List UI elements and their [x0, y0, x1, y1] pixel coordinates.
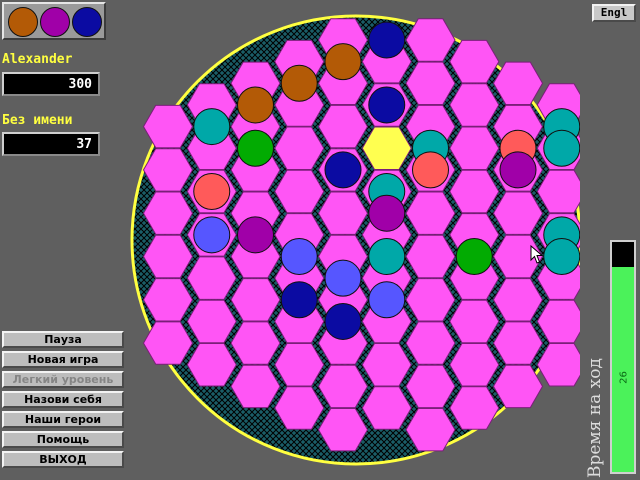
exit-button[interactable]: ВЫХОД: [2, 451, 124, 468]
next-stone-purple: [40, 7, 70, 37]
new-game-button[interactable]: Новая игра: [2, 351, 124, 368]
navy-stone[interactable]: [368, 86, 406, 124]
red-stone[interactable]: [193, 173, 231, 211]
help-button[interactable]: Помощь: [2, 431, 124, 448]
blue-stone[interactable]: [193, 216, 231, 254]
navy-stone[interactable]: [324, 302, 362, 340]
brown-stone[interactable]: [237, 86, 274, 124]
red-stone[interactable]: [412, 151, 449, 189]
blue-stone[interactable]: [368, 281, 406, 319]
player-2-score: 37: [2, 132, 100, 156]
language-toggle-button[interactable]: Engl: [592, 4, 636, 22]
navy-stone[interactable]: [280, 281, 318, 319]
brown-stone[interactable]: [280, 64, 318, 102]
teal-stone[interactable]: [193, 108, 231, 146]
green-stone[interactable]: [455, 238, 493, 275]
green-stone[interactable]: [237, 129, 274, 167]
purple-stone[interactable]: [368, 194, 406, 232]
pause-button[interactable]: Пауза: [2, 331, 124, 348]
name-yourself-button[interactable]: Назови себя: [2, 391, 124, 408]
teal-stone[interactable]: [368, 238, 406, 275]
player-1-name: Alexander: [2, 52, 73, 67]
teal-stone[interactable]: [543, 129, 580, 167]
game-board[interactable]: [120, 10, 580, 470]
heroes-button[interactable]: Наши герои: [2, 411, 124, 428]
purple-stone[interactable]: [499, 151, 537, 189]
next-stone-blue: [72, 7, 102, 37]
game-menu: Пауза Новая игра Легкий уровень Назови с…: [2, 331, 128, 471]
next-stone-brown: [8, 7, 38, 37]
easy-level-button: Легкий уровень: [2, 371, 124, 388]
player-2-name: Без имени: [2, 113, 73, 128]
player-1-score: 300: [2, 72, 100, 96]
next-stones-panel: [2, 2, 106, 40]
move-timer-label: Время на ход: [585, 358, 605, 478]
navy-stone[interactable]: [324, 151, 362, 189]
mouse-cursor-icon: [530, 245, 544, 264]
move-timer-bar: 26: [610, 240, 636, 474]
navy-stone[interactable]: [368, 21, 406, 59]
teal-stone[interactable]: [543, 238, 580, 275]
purple-stone[interactable]: [237, 216, 274, 254]
move-timer-value: 26: [618, 371, 630, 384]
blue-stone[interactable]: [324, 259, 362, 297]
blue-stone[interactable]: [280, 238, 318, 275]
brown-stone[interactable]: [324, 43, 362, 81]
